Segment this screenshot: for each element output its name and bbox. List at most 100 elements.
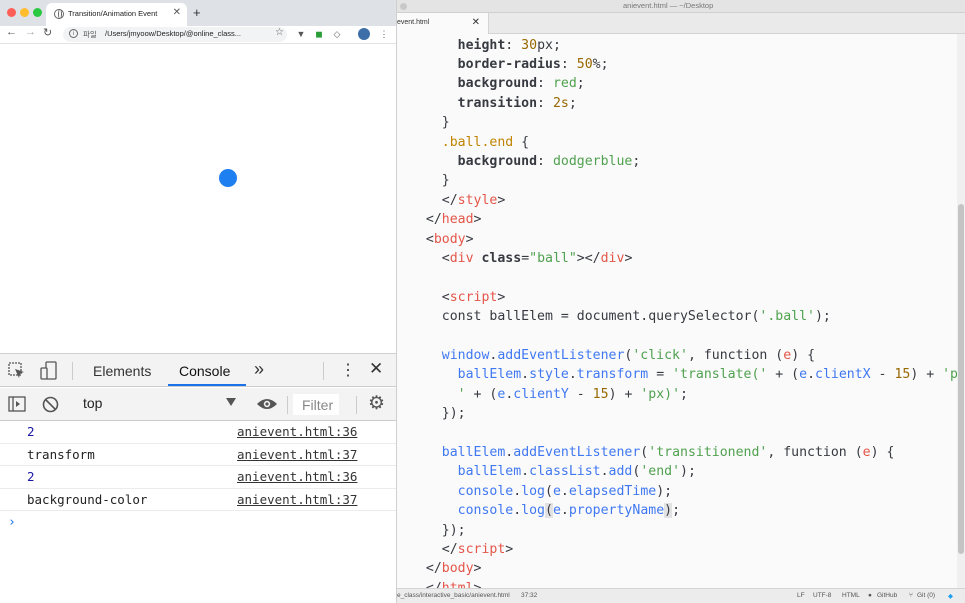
extension-funnel-icon[interactable]: ▼ — [296, 29, 306, 39]
bookmark-star-icon[interactable]: ☆ — [275, 27, 284, 38]
devtools-panel: Elements Console » ⋮ ✕ top Filter ⚙ 2 an… — [0, 353, 396, 603]
editor-titlebar: anievent.html — ~/Desktop — [397, 0, 965, 13]
menu-kebab-icon[interactable]: ⋮ — [379, 29, 389, 39]
toolbar-divider — [356, 396, 357, 414]
eye-icon[interactable] — [256, 397, 278, 411]
extension-tag-icon[interactable]: ◇ — [332, 29, 342, 39]
chevron-down-icon — [226, 398, 236, 406]
toolbar-divider — [72, 362, 73, 380]
code-line: <div class="ball"></div> — [410, 250, 633, 266]
editor-scrollbar[interactable] — [957, 34, 965, 588]
forward-arrow-icon[interactable]: → — [25, 26, 36, 38]
profile-avatar[interactable] — [358, 28, 370, 40]
context-value: top — [83, 395, 103, 411]
editor-tab-active[interactable]: event.html ✕ — [397, 13, 489, 34]
code-line: </script> — [410, 541, 514, 557]
filter-placeholder: Filter — [302, 397, 334, 413]
more-tabs-icon[interactable]: » — [254, 359, 264, 380]
url-text[interactable]: /Users/jmyoow/Desktop/@online_class... — [105, 29, 260, 38]
browser-toolbar: ← → ↻ i 파일 /Users/jmyoow/Desktop/@online… — [0, 26, 396, 44]
console-prompt[interactable]: › — [8, 515, 16, 530]
status-cursor-position[interactable]: 37:32 — [521, 592, 537, 599]
code-line: console.log(e.elapsedTime); — [457, 483, 673, 499]
page-viewport[interactable] — [0, 45, 396, 353]
code-line: </style> — [410, 192, 506, 208]
filter-input[interactable]: Filter — [293, 394, 339, 415]
console-row: background-color anievent.html:37 — [0, 489, 396, 511]
sidebar-toggle-icon[interactable] — [8, 396, 26, 412]
close-tab-icon[interactable]: ✕ — [173, 7, 181, 18]
code-line: .ball.end { — [441, 134, 530, 150]
editor-tabbar: event.html ✕ — [397, 13, 965, 34]
console-row: 2 anievent.html:36 — [0, 421, 396, 444]
clear-console-icon[interactable] — [42, 396, 59, 413]
code-line: transition: 2s; — [457, 95, 577, 111]
console-toolbar: top Filter ⚙ — [0, 388, 396, 421]
twitter-icon[interactable]: ◆ — [948, 592, 953, 600]
context-selector[interactable]: top — [74, 394, 240, 414]
tab-console[interactable]: Console — [179, 363, 230, 379]
browser-tab-active[interactable]: Transition/Animation Event ✕ — [46, 3, 187, 26]
zoom-window-button[interactable] — [33, 8, 42, 17]
minimize-window-button[interactable] — [20, 8, 29, 17]
info-icon[interactable]: i — [69, 29, 78, 38]
status-git[interactable]: Git (0) — [917, 592, 935, 599]
editor-statusbar: e_class/interactive_basic/anievent.html … — [397, 588, 965, 603]
code-line: ballElem.style.transform = 'translate(' … — [457, 367, 961, 383]
code-line: </body> — [410, 561, 482, 577]
code-line: background: dodgerblue; — [457, 153, 641, 169]
code-line: <body> — [410, 231, 474, 247]
code-line: </head> — [410, 212, 482, 228]
console-message: 2 — [27, 469, 35, 484]
back-arrow-icon[interactable]: ← — [6, 26, 17, 38]
devtools-menu-kebab-icon[interactable]: ⋮ — [340, 360, 356, 380]
editor-tab-name: event.html — [397, 19, 430, 26]
globe-icon — [54, 9, 64, 19]
browser-window: Transition/Animation Event ✕ + ← → ↻ i 파… — [0, 0, 396, 603]
code-line: </html> — [410, 581, 482, 588]
device-toolbar-icon[interactable] — [40, 361, 58, 381]
console-source-link[interactable]: anievent.html:36 — [237, 469, 357, 484]
status-file-path[interactable]: e_class/interactive_basic/anievent.html — [397, 592, 510, 599]
status-grammar[interactable]: HTML — [842, 592, 860, 599]
console-message: background-color — [27, 491, 148, 507]
code-line: border-radius: 50%; — [457, 56, 609, 72]
toolbar-divider — [287, 396, 288, 414]
git-branch-icon: ⑂ — [909, 592, 913, 599]
code-line: ballElem.addEventListener('transitionend… — [441, 444, 895, 460]
close-devtools-icon[interactable]: ✕ — [369, 359, 383, 379]
toolbar-divider — [323, 362, 324, 380]
ball[interactable] — [219, 169, 237, 187]
github-icon: ● — [868, 592, 872, 599]
code-line: ' + (e.clientY - 15) + 'px)'; — [457, 386, 688, 402]
scrollbar-thumb[interactable] — [958, 204, 964, 554]
inspect-element-icon[interactable] — [8, 362, 26, 380]
reload-icon[interactable]: ↻ — [43, 26, 52, 39]
close-window-button[interactable] — [7, 8, 16, 17]
window-control[interactable] — [400, 3, 407, 10]
active-tab-indicator — [168, 384, 246, 386]
new-tab-button[interactable]: + — [193, 5, 201, 20]
code-line: const ballElem = document.querySelector(… — [441, 309, 831, 325]
tab-elements[interactable]: Elements — [93, 363, 151, 379]
address-bar[interactable]: i 파일 /Users/jmyoow/Desktop/@online_class… — [63, 27, 287, 42]
settings-gear-icon[interactable]: ⚙ — [368, 392, 385, 415]
console-source-link[interactable]: anievent.html:37 — [237, 492, 357, 507]
code-line: window.addEventListener('click', functio… — [441, 347, 816, 363]
code-area[interactable]: width: 30px; height: 30px; border-radius… — [397, 34, 961, 589]
close-tab-icon[interactable]: ✕ — [472, 17, 480, 28]
status-github[interactable]: GitHub — [877, 592, 897, 599]
scheme-label: 파일 — [83, 30, 97, 39]
console-message: transform — [27, 446, 95, 462]
code-line: console.log(e.propertyName); — [457, 503, 681, 519]
tab-title: Transition/Animation Event — [68, 9, 158, 18]
console-source-link[interactable]: anievent.html:36 — [237, 424, 357, 439]
status-line-ending[interactable]: LF — [797, 592, 805, 599]
console-source-link[interactable]: anievent.html:37 — [237, 447, 357, 462]
status-encoding[interactable]: UTF-8 — [813, 592, 831, 599]
extension-android-icon[interactable]: ◼ — [314, 29, 324, 39]
console-row: 2 anievent.html:36 — [0, 466, 396, 489]
